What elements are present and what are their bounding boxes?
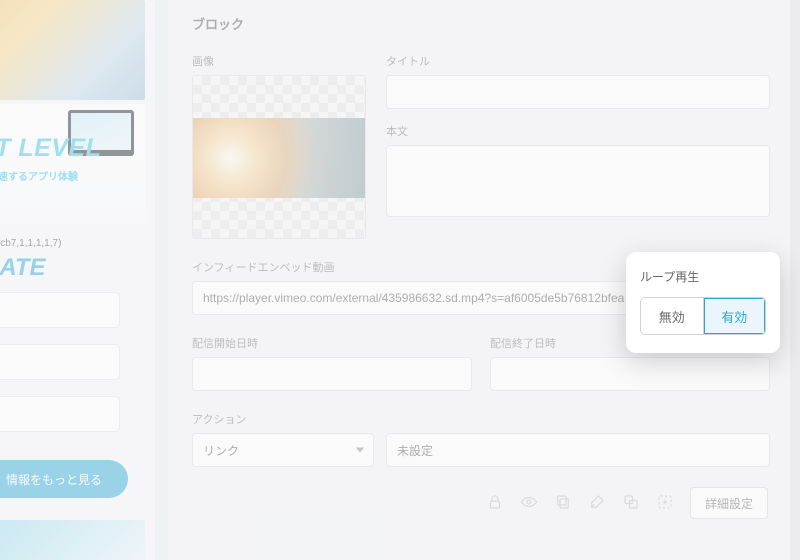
loop-enabled-option[interactable]: 有効 [703, 298, 766, 334]
start-datetime-input[interactable] [192, 357, 472, 391]
label-image: 画像 [192, 53, 368, 69]
sidebar-field-2[interactable] [0, 344, 120, 380]
lock-icon[interactable] [486, 493, 504, 514]
body-textarea[interactable] [386, 145, 770, 217]
popover-title: ループ再生 [640, 268, 766, 285]
copy-icon[interactable] [554, 493, 572, 514]
sidebar-card: XT LEVEL で加速するアプリ体験 f5febcb7,1,1,1,1,7) [0, 104, 145, 224]
sidebar-date-heading: DATE [0, 246, 145, 290]
sidebar-field-1[interactable] [0, 292, 120, 328]
chevron-down-icon [356, 448, 364, 453]
image-picker[interactable] [192, 75, 366, 239]
block-toolbar: 詳細設定 [192, 487, 770, 519]
label-body: 本文 [386, 123, 770, 139]
brush-icon[interactable] [588, 493, 606, 514]
label-title: タイトル [386, 53, 770, 69]
scrollbar-track[interactable] [790, 0, 800, 560]
image-thumbnail [193, 118, 365, 198]
eye-icon[interactable] [520, 493, 538, 514]
title-input[interactable] [386, 75, 770, 109]
sidebar-more-button[interactable]: 情報をもっと見る [0, 460, 128, 498]
end-datetime-input[interactable] [490, 357, 770, 391]
action-status-input[interactable] [386, 433, 770, 467]
loop-segmented-control: 無効 有効 [640, 297, 766, 335]
label-start: 配信開始日時 [192, 335, 472, 351]
add-icon[interactable] [656, 493, 674, 514]
label-action: アクション [192, 411, 770, 427]
duplicate-icon[interactable] [622, 493, 640, 514]
sidebar: XT LEVEL で加速するアプリ体験 f5febcb7,1,1,1,1,7) … [0, 0, 155, 560]
sidebar-hero-image [0, 0, 145, 100]
sidebar-card-subtitle: で加速するアプリ体験 [0, 168, 78, 183]
detail-settings-button[interactable]: 詳細設定 [690, 487, 768, 519]
sidebar-field-3[interactable] [0, 396, 120, 432]
loop-disabled-option[interactable]: 無効 [641, 298, 703, 334]
loop-popover: ループ再生 無効 有効 [626, 252, 780, 353]
action-select[interactable] [192, 433, 374, 467]
sidebar-bottom-image [0, 520, 145, 560]
section-title: ブロック [192, 14, 770, 33]
sidebar-card-title: XT LEVEL [0, 134, 101, 163]
